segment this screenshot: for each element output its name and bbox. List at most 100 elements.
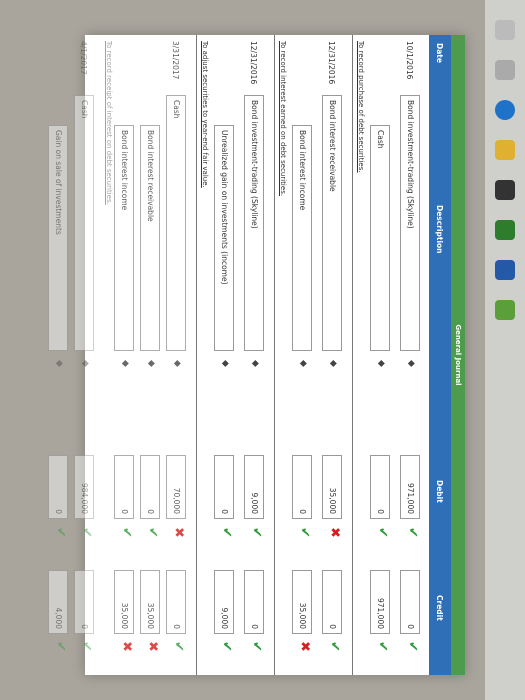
app-icon[interactable] (495, 300, 515, 320)
credit-input[interactable]: 4,000 (48, 570, 68, 634)
chevron-down-icon[interactable]: ◆ (120, 360, 130, 367)
cross-icon: ✖ (119, 641, 134, 652)
check-icon: ✔ (171, 641, 186, 652)
debit-input[interactable]: 0 (114, 455, 134, 519)
entry-date: 10/1/2016 (405, 41, 414, 80)
journal-row: Cash ◆ 0 ✔ 971,000 ✔ (365, 35, 395, 675)
check-icon: ✔ (249, 527, 264, 538)
debit-input[interactable]: 0 (48, 455, 68, 519)
journal-row: 4/1/2017 Cash ◆ 984,000 ✔ 0 ✔ (69, 35, 99, 675)
cross-icon: ✖ (327, 527, 342, 538)
entry-divider (196, 35, 197, 675)
check-icon: ✔ (327, 641, 342, 652)
chevron-down-icon[interactable]: ◆ (250, 360, 260, 367)
store-icon[interactable] (495, 180, 515, 200)
date-header: Date (435, 43, 444, 63)
debit-input[interactable]: 971,000 (400, 455, 420, 519)
credit-input[interactable]: 0 (166, 570, 186, 634)
entry-date: 4/1/2017 (79, 41, 88, 75)
journal-row: Bond interest income ◆ 0 ✔ 35,000 ✖ (109, 35, 139, 675)
chevron-down-icon[interactable]: ◆ (220, 360, 230, 367)
journal-row: 10/1/2016 Bond investment-trading (Skylin… (395, 35, 425, 675)
chevron-down-icon[interactable]: ◆ (328, 360, 338, 367)
debit-input[interactable]: 0 (140, 455, 160, 519)
check-icon: ✔ (375, 641, 390, 652)
debit-input[interactable]: 0 (370, 455, 390, 519)
check-icon: ✔ (375, 527, 390, 538)
account-select[interactable]: Cash (74, 95, 94, 351)
check-icon: ✔ (79, 527, 94, 538)
description-header: Description (435, 205, 444, 254)
excel-icon[interactable] (495, 220, 515, 240)
entry-divider (352, 35, 353, 675)
entry-date: 12/31/2016 (249, 41, 258, 85)
entry-note: To record receipt of interest on debt se… (105, 41, 113, 205)
chevron-down-icon[interactable]: ◆ (172, 360, 182, 367)
credit-input[interactable]: 0 (244, 570, 264, 634)
account-select[interactable]: Gain on sale of investments (48, 125, 68, 351)
entry-note: To adjust securities to year-end fair va… (201, 41, 209, 188)
chevron-down-icon[interactable]: ◆ (54, 360, 64, 367)
account-select[interactable]: Bond interest receivable (140, 125, 160, 351)
credit-input[interactable]: 0 (74, 570, 94, 634)
journal-row: 12/31/2016 Bond interest receivable ◆ 35,00… (317, 35, 347, 675)
account-select[interactable]: Unrealized gain on investments (income) (214, 125, 234, 351)
journal-row: Unrealized gain on investments (income) ◆… (209, 35, 239, 675)
column-header-row: Date Description Debit Credit (429, 35, 451, 675)
check-icon: ✔ (297, 527, 312, 538)
journal-row: Bond interest receivable ◆ 0 ✔ 35,000 ✖ (135, 35, 165, 675)
word-icon[interactable] (495, 260, 515, 280)
check-icon: ✔ (405, 527, 420, 538)
journal-sheet: General Journal Date Description Debit C… (48, 35, 465, 675)
account-select[interactable]: Cash (166, 95, 186, 351)
debit-input[interactable]: 70,000 (166, 455, 186, 519)
account-select[interactable]: Bond interest receivable (322, 95, 342, 351)
journal-row: 12/31/2016 Bond investment-trading (Skyli… (239, 35, 269, 675)
credit-header: Credit (435, 595, 444, 621)
cross-icon: ✖ (145, 641, 160, 652)
tab-icon[interactable] (495, 60, 515, 80)
check-icon: ✔ (219, 641, 234, 652)
check-icon: ✔ (219, 527, 234, 538)
credit-input[interactable]: 0 (400, 570, 420, 634)
journal-row: Gain on sale of investments ◆ 0 ✔ 4,000 ✔ (43, 35, 73, 675)
account-select[interactable]: Bond interest income (114, 125, 134, 351)
check-icon: ✔ (53, 641, 68, 652)
entry-note: To record interest earned on debt securi… (279, 41, 287, 197)
debit-input[interactable]: 9,000 (244, 455, 264, 519)
debit-header: Debit (435, 480, 444, 503)
chevron-down-icon[interactable]: ◆ (80, 360, 90, 367)
edge-icon[interactable] (495, 100, 515, 120)
check-icon: ✔ (119, 527, 134, 538)
debit-input[interactable]: 984,000 (74, 455, 94, 519)
account-select[interactable]: Bond investment-trading (Skyline) (244, 95, 264, 351)
account-select[interactable]: Bond interest income (292, 125, 312, 351)
credit-input[interactable]: 971,000 (370, 570, 390, 634)
cross-icon: ✖ (297, 641, 312, 652)
check-icon: ✔ (145, 527, 160, 538)
credit-input[interactable]: 0 (322, 570, 342, 634)
back-icon[interactable] (495, 20, 515, 40)
chevron-down-icon[interactable]: ◆ (298, 360, 308, 367)
debit-input[interactable]: 0 (292, 455, 312, 519)
credit-input[interactable]: 35,000 (292, 570, 312, 634)
credit-input[interactable]: 9,000 (214, 570, 234, 634)
chevron-down-icon[interactable]: ◆ (376, 360, 386, 367)
chevron-down-icon[interactable]: ◆ (406, 360, 416, 367)
chevron-down-icon[interactable]: ◆ (146, 360, 156, 367)
entry-date: 3/31/2017 (171, 41, 180, 80)
cross-icon: ✖ (171, 527, 186, 538)
debit-input[interactable]: 35,000 (322, 455, 342, 519)
account-select[interactable]: Bond investment-trading (Skyline) (400, 95, 420, 351)
debit-input[interactable]: 0 (214, 455, 234, 519)
credit-input[interactable]: 35,000 (140, 570, 160, 634)
entry-note: To record purchase of debt securities. (357, 41, 365, 173)
windows-taskbar (485, 0, 525, 700)
check-icon: ✔ (405, 641, 420, 652)
check-icon: ✔ (53, 527, 68, 538)
journal-row: Bond interest income ◆ 0 ✔ 35,000 ✖ (287, 35, 317, 675)
folder-icon[interactable] (495, 140, 515, 160)
account-select[interactable]: Cash (370, 125, 390, 351)
entry-divider (274, 35, 275, 675)
credit-input[interactable]: 35,000 (114, 570, 134, 634)
